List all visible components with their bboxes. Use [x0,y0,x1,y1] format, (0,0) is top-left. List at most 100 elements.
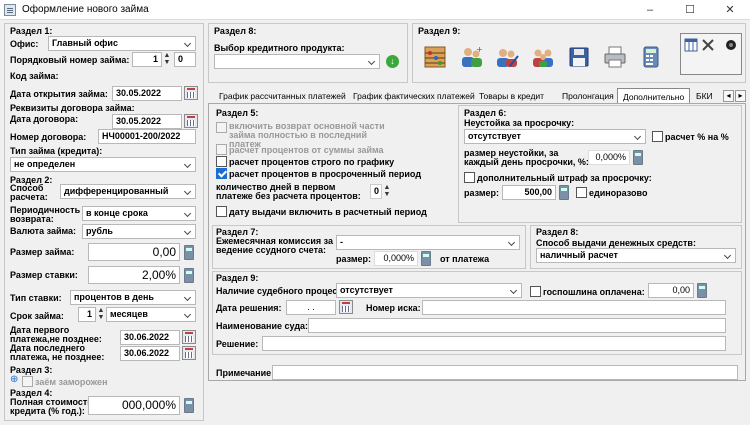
add-user-icon[interactable]: + [458,44,484,70]
s5-opt5-checkbox[interactable] [216,206,227,217]
maximize-button[interactable]: ☐ [670,0,710,20]
calc-method-label: Способ расчета: [10,183,48,202]
s9-claim-no-label: Номер иска: [366,303,421,313]
last-pay-label: Дата последнего платежа, не позднее: [10,343,105,362]
loan-type-select[interactable]: не определен [10,157,196,172]
save-icon[interactable] [566,44,592,70]
term-field[interactable]: 1 [78,307,96,322]
tab-calculated-payments[interactable]: График рассчитанных платежей [214,88,351,104]
contract-no-field[interactable]: НЧ00001-200/2022 [98,129,196,144]
abacus-icon[interactable] [422,44,448,70]
s6-once-checkbox[interactable] [576,187,587,198]
tab-bki[interactable]: БКИ [691,88,718,104]
open-date-field[interactable]: 30.05.2022 [112,86,182,101]
rate-type-select[interactable]: процентов в день [70,290,196,305]
s5-days-label: количество дней в первом платеже без рас… [216,182,361,201]
s9-duty-field[interactable]: 0,00 [648,283,694,298]
office-select[interactable]: Главный офис [48,36,196,51]
s9-court-name-label: Наименование суда: [216,321,309,331]
chevron-down-icon [184,160,193,169]
note-field[interactable] [272,365,738,380]
calculator-icon[interactable] [421,251,431,266]
s6-rate-field[interactable]: 0,000% [588,150,630,165]
rate-field[interactable]: 2,00% [88,266,180,284]
tab-additional[interactable]: Дополнительно [617,88,691,104]
svg-text:+: + [476,45,483,54]
s5-opt3-label: расчет процентов строго по графику [229,157,395,167]
frozen-checkbox[interactable] [22,376,33,387]
tab-next-button[interactable]: ▸ [735,90,746,102]
s7-commission-select[interactable]: - [336,235,520,250]
s5-opt4-checkbox[interactable] [216,168,227,179]
settings-icon[interactable] [724,38,738,52]
s8b-title: Раздел 8: [536,227,579,237]
minimize-button[interactable]: – [630,0,670,20]
users-group-icon[interactable] [530,44,556,70]
period-select[interactable]: в конце срока [82,206,196,221]
edit-users-icon[interactable] [494,44,520,70]
apply-product-icon[interactable]: ↓ [386,55,399,68]
seq-number-field[interactable]: 1 [132,52,162,67]
expand-icon[interactable]: ⊕ [10,374,18,385]
term-unit-select[interactable]: месяцев [106,307,196,322]
office-label: Офис: [10,39,39,49]
s5-opt5-label: дату выдачи включить в расчетный период [229,207,427,217]
s9-decision-date-field[interactable]: . . [286,300,336,315]
credit-product-select[interactable] [214,54,380,69]
rate-label: Размер ставки: [10,270,78,280]
s6-penalty-value: отсутствует [468,131,521,141]
calc-method-select[interactable]: дифференцированный [60,184,196,199]
contract-date-field[interactable]: 30.05.2022 [112,114,182,129]
tab-credit-goods[interactable]: Товары в кредит [474,88,550,104]
s6-fine-checkbox[interactable] [464,172,475,183]
s9-court-name-field[interactable] [308,318,726,333]
s6-rate-label: размер неустойки, за каждый день просроч… [464,148,589,167]
print-icon[interactable] [602,44,628,70]
calendar-icon[interactable] [339,300,353,314]
calendar-icon[interactable] [184,86,198,100]
s5-opt1-checkbox[interactable] [216,122,227,133]
s7-from-label: от платежа [440,254,490,264]
close-button[interactable]: ✕ [710,0,750,20]
calculator-icon[interactable] [559,185,569,200]
s8b-method-select[interactable]: наличный расчет [536,248,736,263]
table-icon[interactable] [684,38,698,52]
calculator-icon[interactable] [633,150,643,165]
s9-duty-checkbox[interactable] [530,286,541,297]
calendar-icon[interactable] [182,346,196,360]
calculator-icon[interactable] [697,283,707,298]
calculator-icon[interactable] [184,398,194,413]
full-cost-field[interactable]: 000,000% [88,396,180,415]
s7-size-field[interactable]: 0,000% [374,251,418,266]
last-pay-field[interactable]: 30.06.2022 [120,346,180,361]
tools-icon[interactable] [701,38,715,52]
calendar-icon[interactable] [182,330,196,344]
seq-spinner[interactable]: ▲ ▼ [163,52,171,66]
calendar-icon[interactable] [184,114,198,128]
first-pay-field[interactable]: 30.06.2022 [120,330,180,345]
office-value: Главный офис [52,38,118,48]
tab-prolongation[interactable]: Пролонгация [557,88,619,104]
calculator-icon[interactable] [184,268,194,283]
s6-pct-checkbox[interactable] [652,131,663,142]
s9-decision-field[interactable] [262,336,726,351]
s6-size-field[interactable]: 500,00 [502,185,556,200]
s5-days-field[interactable]: 0 [370,184,382,199]
tab-actual-payments[interactable]: График фактических платежей [348,88,480,104]
s5-days-spinner[interactable]: ▲ ▼ [383,184,391,198]
s5-opt2-checkbox[interactable] [216,144,227,155]
s7-size-label: размер: [336,254,372,264]
s9-decision-label: Решение: [216,339,259,349]
rate-type-value: процентов в день [74,292,154,302]
calculator-icon[interactable] [638,44,664,70]
s9-court-select[interactable]: отсутствует [336,283,522,298]
s9-claim-no-field[interactable] [422,300,726,315]
s5-opt3-checkbox[interactable] [216,156,227,167]
amount-field[interactable]: 0,00 [88,243,180,261]
currency-select[interactable]: рубль [82,224,196,239]
s6-penalty-select[interactable]: отсутствует [464,129,646,144]
term-spinner[interactable]: ▲ ▼ [97,307,105,321]
seq-suffix-field[interactable]: 0 [174,52,196,67]
calculator-icon[interactable] [184,245,194,260]
tab-prev-button[interactable]: ◂ [723,90,734,102]
